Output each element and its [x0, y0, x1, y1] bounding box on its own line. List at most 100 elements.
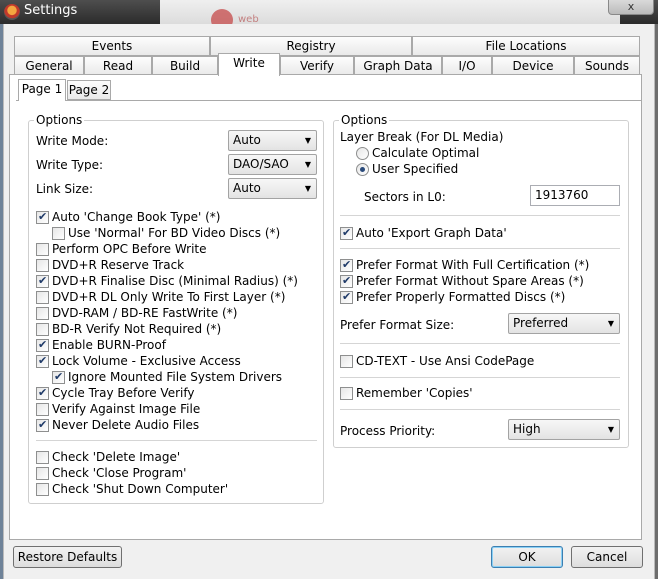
separator	[36, 440, 317, 441]
checkbox-unchecked-icon	[36, 307, 49, 320]
checkbox-checked-icon	[340, 258, 353, 272]
prefer-format-size-label: Prefer Format Size:	[340, 318, 455, 332]
checkbox-checked-icon	[36, 338, 49, 352]
checkbox-unchecked-icon	[36, 467, 49, 480]
checkbox-label: DVD-RAM / BD-RE FastWrite (*)	[52, 306, 238, 320]
app-icon	[4, 4, 20, 20]
left-group-title: Options	[34, 113, 85, 127]
write-type-label: Write Type:	[36, 158, 104, 172]
sectors-in-l0-input[interactable]: 1913760	[530, 185, 620, 206]
checkbox-unchecked-icon	[36, 291, 49, 304]
checkbox-label: Check 'Close Program'	[52, 466, 187, 480]
checkbox-unchecked-icon	[36, 259, 49, 272]
radio-label: Calculate Optimal	[372, 146, 480, 160]
separator	[340, 343, 620, 344]
tab-file-locations[interactable]: File Locations	[412, 36, 640, 56]
checkbox-unchecked-icon	[36, 323, 49, 336]
checkbox-label: Lock Volume - Exclusive Access	[52, 354, 241, 368]
close-button[interactable]: x	[608, 0, 654, 15]
checkbox-checked-icon	[340, 290, 353, 304]
tab-sounds[interactable]: Sounds	[574, 56, 640, 76]
checkbox-checked-icon	[36, 386, 49, 400]
checkbox-checked-icon	[52, 370, 65, 384]
separator	[340, 409, 620, 410]
tab-page-2[interactable]: Page 2	[67, 80, 111, 100]
chevron-down-icon: ▼	[304, 184, 311, 193]
tab-graph-data[interactable]: Graph Data	[354, 56, 442, 76]
chevron-down-icon: ▼	[304, 160, 311, 169]
tab-read[interactable]: Read	[84, 56, 152, 76]
checkbox-label: Enable BURN-Proof	[52, 338, 166, 352]
write-type-select[interactable]: DAO/SAO ▼	[228, 154, 317, 175]
checkbox-unchecked-icon	[340, 387, 353, 400]
prefer-format-size-select[interactable]: Preferred ▼	[508, 313, 620, 334]
svg-text:web: web	[238, 14, 259, 24]
write-type-value: DAO/SAO	[233, 157, 289, 171]
chevron-down-icon: ▼	[607, 319, 614, 328]
checkbox-unchecked-icon	[340, 355, 353, 368]
chevron-down-icon: ▼	[304, 136, 311, 145]
checkbox-checked-icon	[36, 274, 49, 288]
tab-io[interactable]: I/O	[442, 56, 492, 76]
checkbox-label: BD-R Verify Not Required (*)	[52, 322, 222, 336]
layer-break-label: Layer Break (For DL Media)	[340, 130, 504, 144]
checkbox-label: DVD+R DL Only Write To First Layer (*)	[52, 290, 286, 304]
prefer-format-size-value: Preferred	[513, 316, 569, 330]
checkbox-checked-icon	[36, 418, 49, 432]
checkbox-checked-icon	[340, 274, 353, 288]
tab-write[interactable]: Write	[218, 53, 280, 76]
checkbox-label: Prefer Properly Formatted Discs (*)	[356, 290, 566, 304]
chevron-down-icon: ▼	[607, 425, 614, 434]
link-size-select[interactable]: Auto ▼	[228, 178, 317, 199]
checkbox-checked-icon	[36, 210, 49, 224]
separator	[340, 377, 620, 378]
checkbox-label: Prefer Format With Full Certification (*…	[356, 258, 590, 272]
tab-build[interactable]: Build	[152, 56, 218, 76]
window-title: Settings	[24, 3, 78, 18]
radio-label: User Specified	[372, 162, 459, 176]
tab-general[interactable]: General	[14, 56, 84, 76]
tab-page-1[interactable]: Page 1	[18, 79, 66, 101]
checkbox-label: Check 'Shut Down Computer'	[52, 482, 229, 496]
settings-window: web Settings x Events Registry File Loca…	[0, 0, 658, 579]
separator	[340, 248, 620, 249]
checkbox-label: Never Delete Audio Files	[52, 418, 200, 432]
checkbox-label: Auto 'Change Book Type' (*)	[52, 210, 221, 224]
cancel-button[interactable]: Cancel	[571, 546, 643, 568]
tab-verify[interactable]: Verify	[280, 56, 354, 76]
ok-button[interactable]: OK	[491, 546, 563, 568]
checkbox-unchecked-icon	[36, 403, 49, 416]
restore-defaults-button[interactable]: Restore Defaults	[13, 546, 122, 568]
link-size-label: Link Size:	[36, 182, 94, 196]
checkbox-label: Ignore Mounted File System Drivers	[68, 370, 283, 384]
link-size-value: Auto	[233, 181, 261, 195]
right-group-title: Options	[339, 113, 390, 127]
checkbox-unchecked-icon	[36, 483, 49, 496]
write-mode-select[interactable]: Auto ▼	[228, 130, 317, 151]
checkbox-label: DVD+R Finalise Disc (Minimal Radius) (*)	[52, 274, 298, 288]
checkbox-label: Check 'Delete Image'	[52, 450, 181, 464]
checkbox-label: Auto 'Export Graph Data'	[356, 226, 507, 240]
checkbox-unchecked-icon	[52, 227, 65, 240]
checkbox-label: Perform OPC Before Write	[52, 242, 207, 256]
checkbox-label: Use 'Normal' For BD Video Discs (*)	[68, 226, 281, 240]
checkbox-label: Verify Against Image File	[52, 402, 201, 416]
sectors-in-l0-label: Sectors in L0:	[364, 190, 446, 204]
process-priority-value: High	[513, 422, 541, 436]
process-priority-label: Process Priority:	[340, 424, 436, 438]
checkbox-checked-icon	[36, 354, 49, 368]
checkbox-label: Cycle Tray Before Verify	[52, 386, 195, 400]
checkbox-label: CD-TEXT - Use Ansi CodePage	[356, 354, 535, 368]
tab-events[interactable]: Events	[14, 36, 210, 56]
process-priority-select[interactable]: High ▼	[508, 419, 620, 440]
write-mode-label: Write Mode:	[36, 134, 109, 148]
background-logo-icon: web	[211, 9, 259, 24]
checkbox-unchecked-icon	[36, 451, 49, 464]
tab-device[interactable]: Device	[492, 56, 574, 76]
write-mode-value: Auto	[233, 133, 261, 147]
separator	[340, 215, 620, 216]
checkbox-label: Remember 'Copies'	[356, 386, 473, 400]
checkbox-label: DVD+R Reserve Track	[52, 258, 185, 272]
checkbox-label: Prefer Format Without Spare Areas (*)	[356, 274, 584, 288]
radio-unselected-icon	[356, 147, 369, 160]
